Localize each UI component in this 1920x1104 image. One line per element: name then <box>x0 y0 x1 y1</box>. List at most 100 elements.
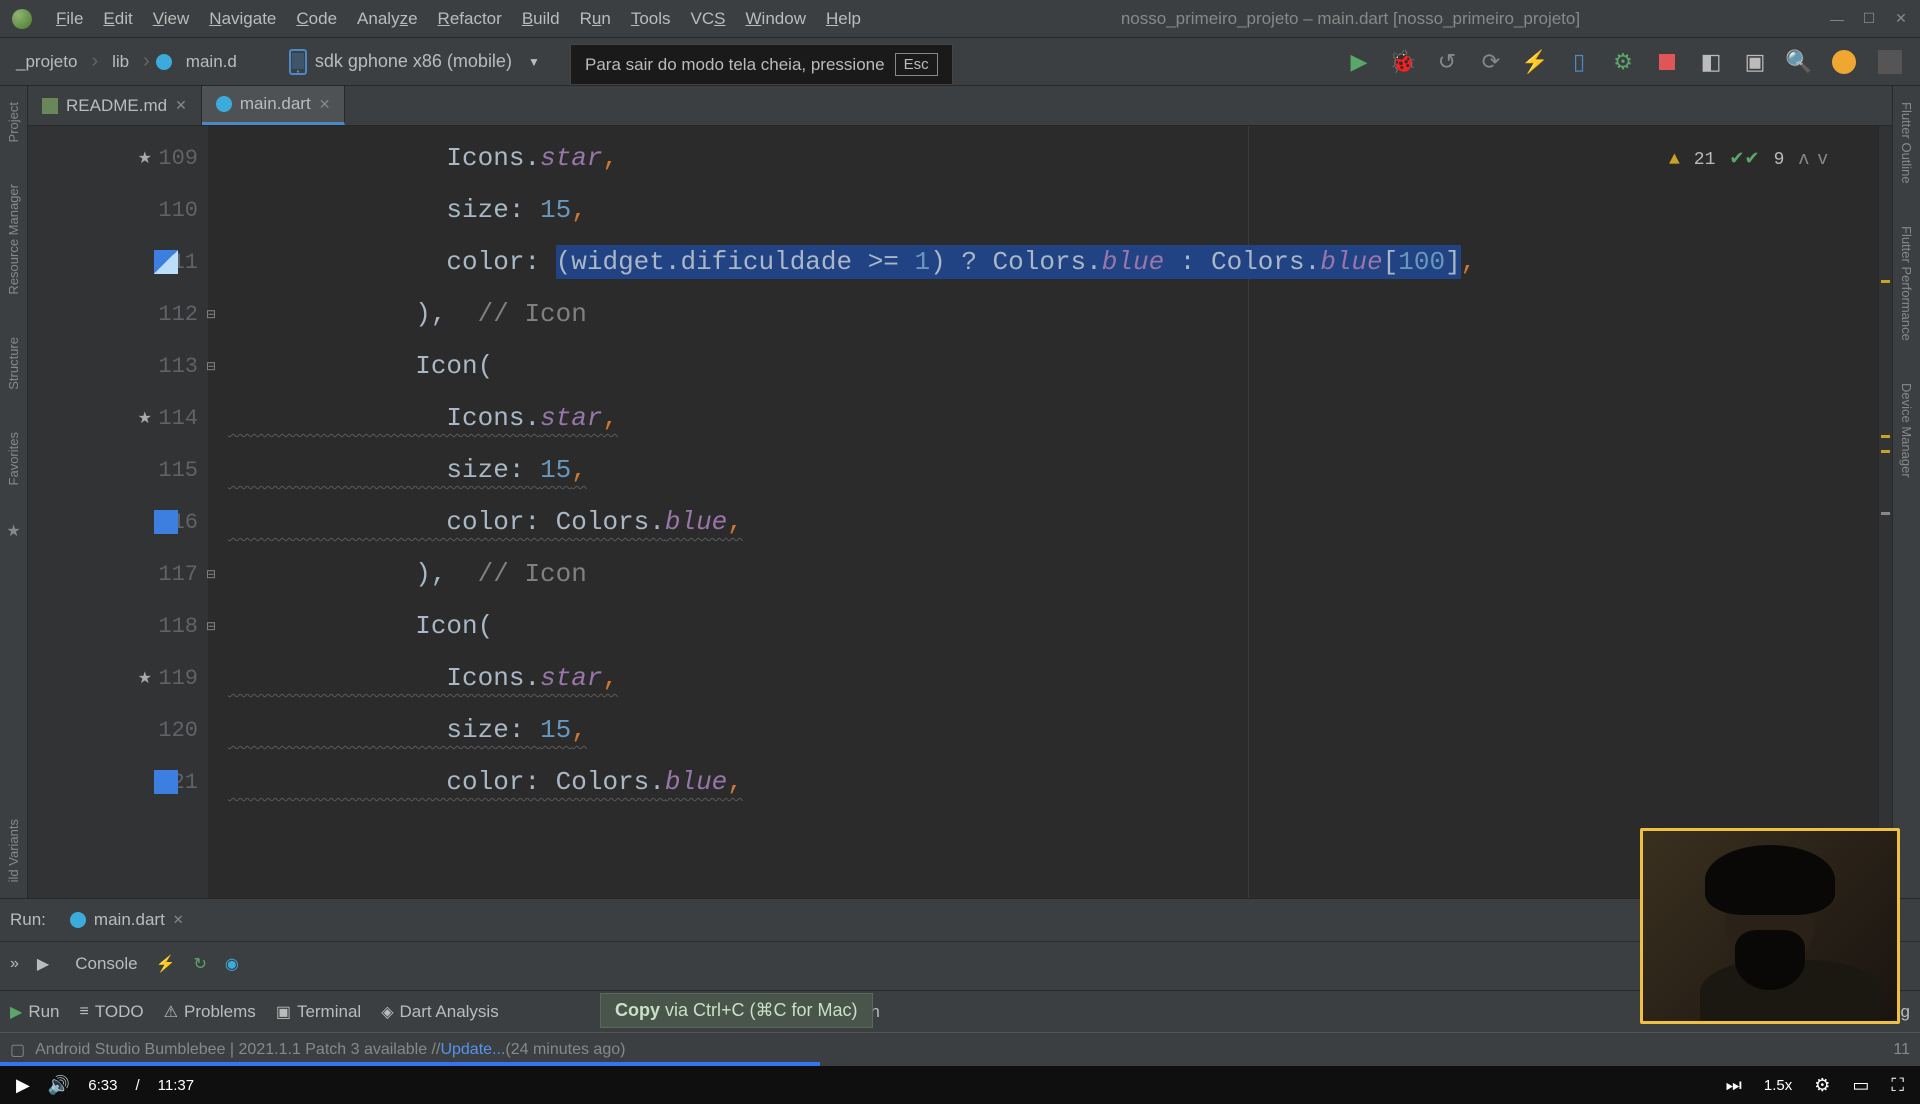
status-ago: (24 minutes ago) <box>505 1041 625 1059</box>
debug-button[interactable]: 🐞 <box>1392 51 1414 73</box>
profile-button[interactable]: ⟳ <box>1480 51 1502 73</box>
toast-action: Copy <box>615 1000 660 1020</box>
build-variants-tool[interactable]: ild Variants <box>6 813 21 888</box>
todo-tool-button[interactable]: ≡TODO <box>80 1002 144 1022</box>
gutter-line[interactable]: ★109 <box>28 132 208 184</box>
total-time: 11:37 <box>158 1077 194 1094</box>
menu-edit[interactable]: Edit <box>93 9 142 29</box>
resource-manager-tool[interactable]: Resource Manager <box>6 178 21 301</box>
problems-tool-button[interactable]: ⚠Problems <box>164 1002 256 1022</box>
gutter-line[interactable]: 110 <box>28 184 208 236</box>
menu-tools[interactable]: Tools <box>621 9 681 29</box>
fullscreen-icon[interactable]: ⛶ <box>1891 1075 1904 1096</box>
close-window-button[interactable]: ✕ <box>1894 12 1908 26</box>
menu-help[interactable]: Help <box>816 9 871 29</box>
device-manager-tool[interactable]: Device Manager <box>1899 377 1914 484</box>
maximize-button[interactable]: ☐ <box>1862 12 1876 26</box>
project-tool[interactable]: Project <box>6 96 21 148</box>
menu-analyze[interactable]: Analyze <box>347 9 428 29</box>
menu-view[interactable]: View <box>143 9 200 29</box>
console-tab[interactable]: Console <box>75 954 137 974</box>
gutter-line[interactable]: ⊟113 <box>28 340 208 392</box>
dart-file-icon <box>216 96 232 112</box>
update-link[interactable]: Update... <box>440 1041 505 1059</box>
attach-debugger-button[interactable]: ▯ <box>1568 51 1590 73</box>
bookmark-icon: ★ <box>138 148 152 168</box>
gutter-line[interactable]: ★119 <box>28 652 208 704</box>
menu-refactor[interactable]: Refactor <box>428 9 512 29</box>
theater-mode-icon[interactable]: ▭ <box>1852 1075 1869 1096</box>
gutter-line[interactable]: 121 <box>28 756 208 808</box>
rerun-button[interactable]: ▶ <box>37 954 49 974</box>
structure-tool[interactable]: Structure <box>6 331 21 396</box>
breadcrumb-lib[interactable]: lib <box>104 50 137 74</box>
menu-code[interactable]: Code <box>286 9 347 29</box>
device-name: sdk gphone x86 (mobile) <box>315 51 512 72</box>
layout-inspector-button[interactable]: ◧ <box>1700 51 1722 73</box>
tool-window-toggle-icon[interactable]: ▢ <box>10 1040 25 1060</box>
stop-button[interactable] <box>1656 51 1678 73</box>
breadcrumb-root[interactable]: _projeto <box>8 50 85 74</box>
tab-readme[interactable]: README.md ✕ <box>28 86 202 125</box>
gutter-line[interactable]: ⊟118 <box>28 600 208 652</box>
gutter-line[interactable]: ⊟112 <box>28 288 208 340</box>
color-swatch-icon <box>154 770 178 794</box>
gutter-line[interactable]: ⊟117 <box>28 548 208 600</box>
close-tab-icon[interactable]: ✕ <box>319 96 331 113</box>
dart-icon: ◈ <box>381 1002 393 1022</box>
play-video-button[interactable]: ▶ <box>16 1075 30 1096</box>
bookmark-icon: ★ <box>138 408 152 428</box>
search-icon[interactable]: 🔍 <box>1788 51 1810 73</box>
toast-hint: via Ctrl+C (⌘C for Mac) <box>660 1000 858 1020</box>
playback-speed[interactable]: 1.5x <box>1764 1077 1792 1094</box>
run-button[interactable]: ▶ <box>1348 51 1370 73</box>
menu-navigate[interactable]: Navigate <box>199 9 286 29</box>
flutter-performance-tool[interactable]: Flutter Performance <box>1899 220 1914 347</box>
run-tool-button[interactable]: ▶Run <box>10 1002 60 1022</box>
breadcrumb: _projeto › lib › main.d <box>8 50 245 74</box>
video-controls: ▶ 🔊 6:33 / 11:37 ⏭ 1.5x ⚙ ▭ ⛶ <box>0 1066 1920 1104</box>
settings-icon[interactable]: ⚙ <box>1814 1075 1830 1096</box>
favorites-tool[interactable]: Favorites <box>6 426 21 491</box>
menu-vcs[interactable]: VCS <box>681 9 736 29</box>
flutter-devtools-button[interactable]: ⚙ <box>1612 51 1634 73</box>
tab-main-dart[interactable]: main.dart ✕ <box>202 86 346 125</box>
gutter-line[interactable]: 120 <box>28 704 208 756</box>
close-icon[interactable]: ✕ <box>173 912 184 928</box>
menu-window[interactable]: Window <box>736 9 816 29</box>
coverage-button[interactable]: ↺ <box>1436 51 1458 73</box>
color-swatch-icon <box>154 510 178 534</box>
terminal-tool-button[interactable]: ▣Terminal <box>276 1002 361 1022</box>
device-selector[interactable]: sdk gphone x86 (mobile) ▼ <box>275 45 554 79</box>
hot-reload-button[interactable]: ⚡ <box>1524 51 1546 73</box>
volume-icon[interactable]: 🔊 <box>48 1075 70 1096</box>
gutter-line[interactable]: ★114 <box>28 392 208 444</box>
menu-build[interactable]: Build <box>512 9 570 29</box>
gutter-line[interactable]: 116 <box>28 496 208 548</box>
flutter-outline-tool[interactable]: Flutter Outline <box>1899 96 1914 190</box>
gutter-line[interactable]: 111 <box>28 236 208 288</box>
hot-reload-icon[interactable]: ⚡ <box>156 954 176 974</box>
hot-restart-icon[interactable]: ↻ <box>194 954 207 974</box>
code-editor[interactable]: ▲ 21 ✔✔ 9 ʌv Icons.star, size: 15, color… <box>208 126 1878 898</box>
skip-forward-icon[interactable]: ⏭ <box>1726 1075 1742 1096</box>
expand-icon[interactable]: » <box>10 955 19 973</box>
right-tool-rail: Flutter Outline Flutter Performance Devi… <box>1892 86 1920 898</box>
menu-file[interactable]: File <box>46 9 93 29</box>
progress-bar <box>0 1062 820 1066</box>
avd-manager-button[interactable]: ▣ <box>1744 51 1766 73</box>
gutter-line[interactable]: 115 <box>28 444 208 496</box>
account-icon[interactable] <box>1878 50 1902 74</box>
presenter-webcam <box>1640 828 1900 1024</box>
warning-icon: ⚠ <box>164 1002 178 1022</box>
list-icon: ≡ <box>80 1003 89 1021</box>
minimize-button[interactable]: — <box>1830 12 1844 26</box>
ide-updates-icon[interactable] <box>1832 50 1856 74</box>
breadcrumb-file[interactable]: main.d <box>178 50 245 74</box>
error-stripe[interactable] <box>1878 126 1892 898</box>
open-devtools-icon[interactable]: ◉ <box>225 954 239 974</box>
menu-run[interactable]: Run <box>570 9 621 29</box>
dart-analysis-tool-button[interactable]: ◈Dart Analysis <box>381 1002 499 1022</box>
close-tab-icon[interactable]: ✕ <box>175 97 187 114</box>
run-config-tab[interactable]: main.dart ✕ <box>58 906 196 934</box>
